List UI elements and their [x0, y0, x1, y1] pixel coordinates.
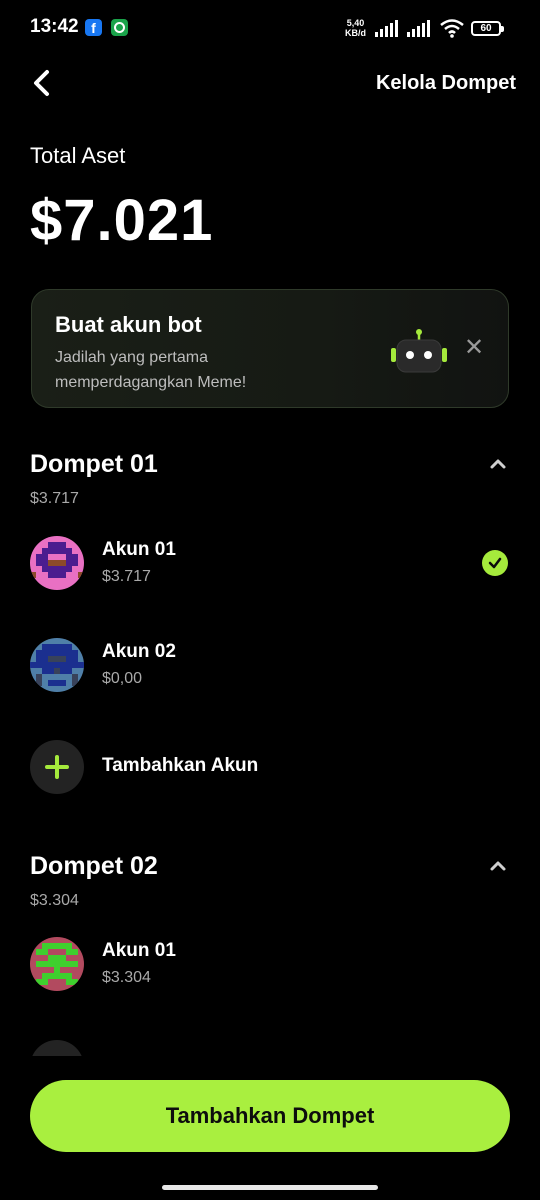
account-name: Akun 01 — [102, 940, 176, 961]
robot-icon — [391, 329, 447, 373]
add-account-label[interactable]: Tambahkan Akun — [102, 755, 258, 777]
account-row[interactable]: Akun 01 $3.304 — [0, 931, 540, 997]
avatar — [30, 937, 84, 991]
home-indicator[interactable] — [162, 1185, 378, 1190]
add-wallet-button[interactable]: Tambahkan Dompet — [30, 1080, 510, 1152]
network-speed: 5,40 KB/d — [345, 18, 366, 38]
wallet-value: $3.717 — [30, 490, 79, 507]
avatar — [30, 638, 84, 692]
wallet-title[interactable]: Dompet 02 — [30, 852, 158, 881]
wallet-value: $3.304 — [30, 892, 79, 909]
avatar — [30, 536, 84, 590]
plus-icon — [45, 755, 69, 779]
facebook-icon: f — [85, 19, 102, 36]
network-speed-unit: KB/d — [345, 28, 366, 38]
battery-icon: 60 — [471, 21, 504, 36]
check-icon — [482, 550, 508, 576]
account-row[interactable]: Akun 01 $3.717 — [0, 530, 540, 596]
add-account-button[interactable] — [30, 740, 84, 794]
status-time: 13:42 — [30, 16, 79, 37]
back-arrow-icon[interactable] — [28, 68, 56, 98]
account-value: $3.304 — [102, 969, 151, 986]
account-row[interactable]: Akun 02 $0,00 — [0, 632, 540, 698]
network-speed-value: 5,40 — [346, 18, 365, 28]
bot-promo-card[interactable]: Buat akun bot Jadilah yang pertama mempe… — [31, 289, 509, 408]
wallet-title[interactable]: Dompet 01 — [30, 450, 158, 479]
account-value: $0,00 — [102, 670, 143, 687]
close-icon[interactable]: ✕ — [464, 336, 484, 360]
wifi-icon — [440, 19, 464, 38]
total-assets-label: Total Aset — [30, 143, 126, 168]
chevron-up-icon[interactable] — [488, 859, 508, 873]
chevron-up-icon[interactable] — [488, 457, 508, 471]
account-name: Akun 02 — [102, 641, 176, 662]
total-assets-value: $7.021 — [30, 188, 214, 253]
account-name: Akun 01 — [102, 539, 176, 560]
account-value: $3.717 — [102, 568, 151, 585]
notification-app-icon — [111, 19, 128, 36]
page-title: Kelola Dompet — [375, 72, 516, 94]
promo-title: Buat akun bot — [55, 312, 202, 337]
signal-icon — [407, 20, 430, 37]
promo-description: Jadilah yang pertama memperdagangkan Mem… — [55, 349, 247, 391]
signal-icon — [375, 20, 398, 37]
